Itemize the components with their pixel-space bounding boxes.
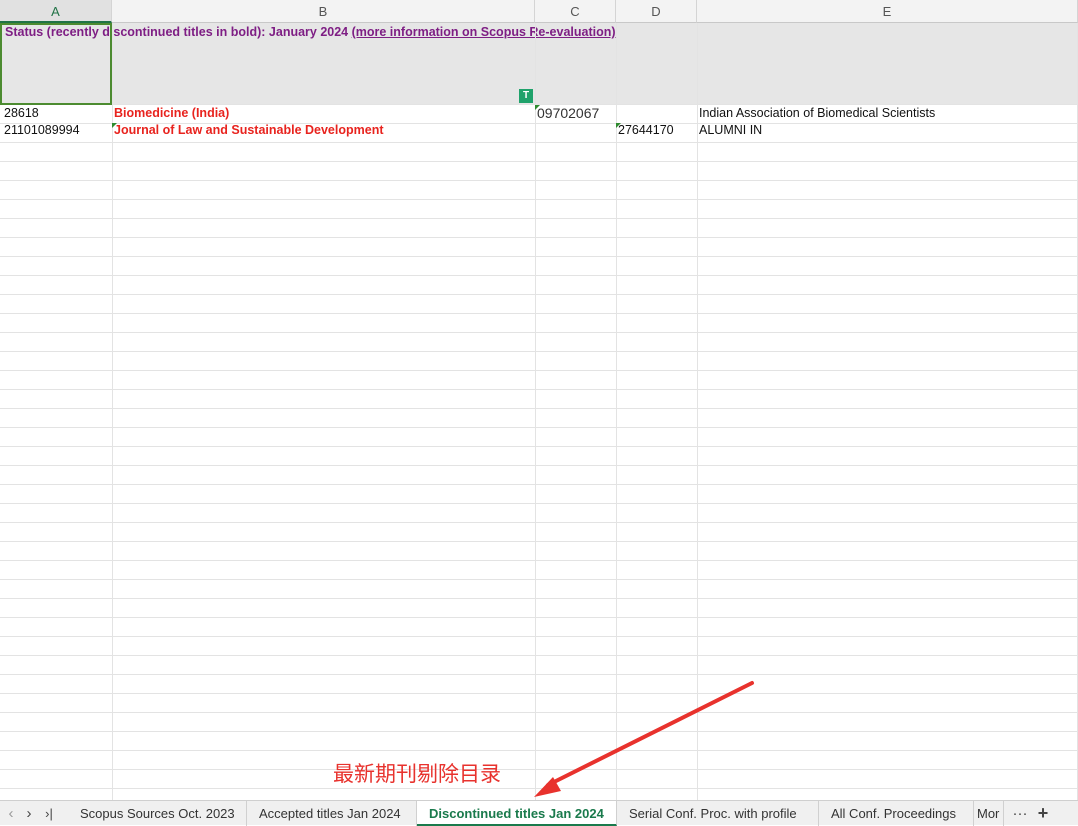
annotation-arrow-icon [534,681,754,797]
tab-prev-icon[interactable]: ‹ [2,801,20,826]
tab-discontinued-titles[interactable]: Discontinued titles Jan 2024 [417,801,617,826]
sheet-tab-bar: ‹ › ›| Scopus Sources Oct. 2023 Accepted… [0,800,1078,826]
tab-accepted-titles[interactable]: Accepted titles Jan 2024 [247,801,417,826]
spreadsheet: A B C D E Status (recently discontinued … [0,0,1078,826]
tab-scopus-sources[interactable]: Scopus Sources Oct. 2023 [68,801,247,826]
more-tabs-icon[interactable]: ··· [1010,801,1030,826]
add-sheet-icon[interactable]: + [1034,801,1052,826]
tab-all-conf-proceedings[interactable]: All Conf. Proceedings [819,801,974,826]
tab-next-icon[interactable]: › [20,801,38,826]
tab-last-icon[interactable]: ›| [40,801,58,826]
tab-more-truncated[interactable]: Mor [974,801,1004,826]
tab-serial-conf-proc[interactable]: Serial Conf. Proc. with profile [617,801,819,826]
